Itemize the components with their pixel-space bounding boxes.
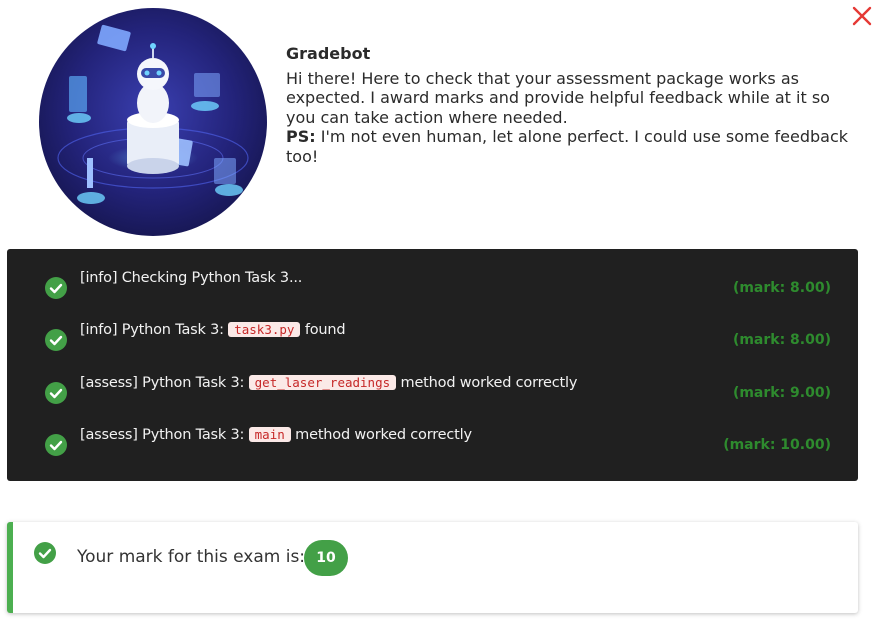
robot-illustration: [39, 8, 267, 236]
log-text-before: [info] Checking Python Task 3...: [80, 270, 303, 286]
log-message: [info] Python Task 3: task3.py found: [80, 322, 346, 338]
log-text-after: found: [300, 322, 346, 338]
log-row: [info] Python Task 3: task3.py found (ma…: [7, 322, 858, 365]
ps-body: I'm not even human, let alone perfect. I…: [286, 127, 849, 166]
ps-label: PS:: [286, 127, 316, 147]
check-circle-icon: [45, 329, 67, 351]
log-mark: (mark: 10.00): [723, 437, 831, 453]
close-button[interactable]: [850, 4, 874, 28]
bot-intro-text: Hi there! Here to check that your assess…: [286, 68, 830, 127]
result-label: Your mark for this exam is:: [77, 547, 306, 567]
result-card: Your mark for this exam is: 10: [7, 522, 858, 613]
gradebot-avatar: [39, 8, 267, 236]
score-badge: 10: [304, 540, 348, 576]
bot-ps-text: PS: I'm not even human, let alone perfec…: [286, 127, 856, 166]
code-snippet: task3.py: [228, 322, 301, 337]
log-panel: [info] Checking Python Task 3... (mark: …: [7, 249, 858, 481]
gradebot-message: Gradebot Hi there! Here to check that yo…: [286, 44, 856, 167]
log-message: [info] Checking Python Task 3...: [80, 270, 302, 286]
bot-name: Gradebot: [286, 44, 371, 63]
log-mark: (mark: 8.00): [732, 280, 831, 296]
log-message: [assess] Python Task 3: get_laser_readin…: [80, 375, 577, 391]
close-icon: [852, 6, 872, 26]
log-text-before: [assess] Python Task 3:: [80, 375, 249, 391]
log-message: [assess] Python Task 3: main method work…: [80, 427, 472, 443]
check-circle-icon: [34, 542, 56, 564]
log-row: [info] Checking Python Task 3... (mark: …: [7, 270, 858, 313]
log-text-after: method worked correctly: [290, 427, 472, 443]
log-row: [assess] Python Task 3: get_laser_readin…: [7, 375, 858, 417]
code-snippet: get_laser_readings: [248, 375, 397, 390]
log-mark: (mark: 8.00): [732, 332, 831, 348]
log-text-before: [assess] Python Task 3:: [80, 427, 249, 443]
code-snippet: main: [248, 427, 291, 442]
log-mark: (mark: 9.00): [732, 385, 831, 401]
log-text-before: [info] Python Task 3:: [80, 322, 229, 338]
check-circle-icon: [45, 277, 67, 299]
check-circle-icon: [45, 382, 67, 404]
log-row: [assess] Python Task 3: main method work…: [7, 427, 858, 470]
log-text-after: method worked correctly: [396, 375, 578, 391]
check-circle-icon: [45, 434, 67, 456]
